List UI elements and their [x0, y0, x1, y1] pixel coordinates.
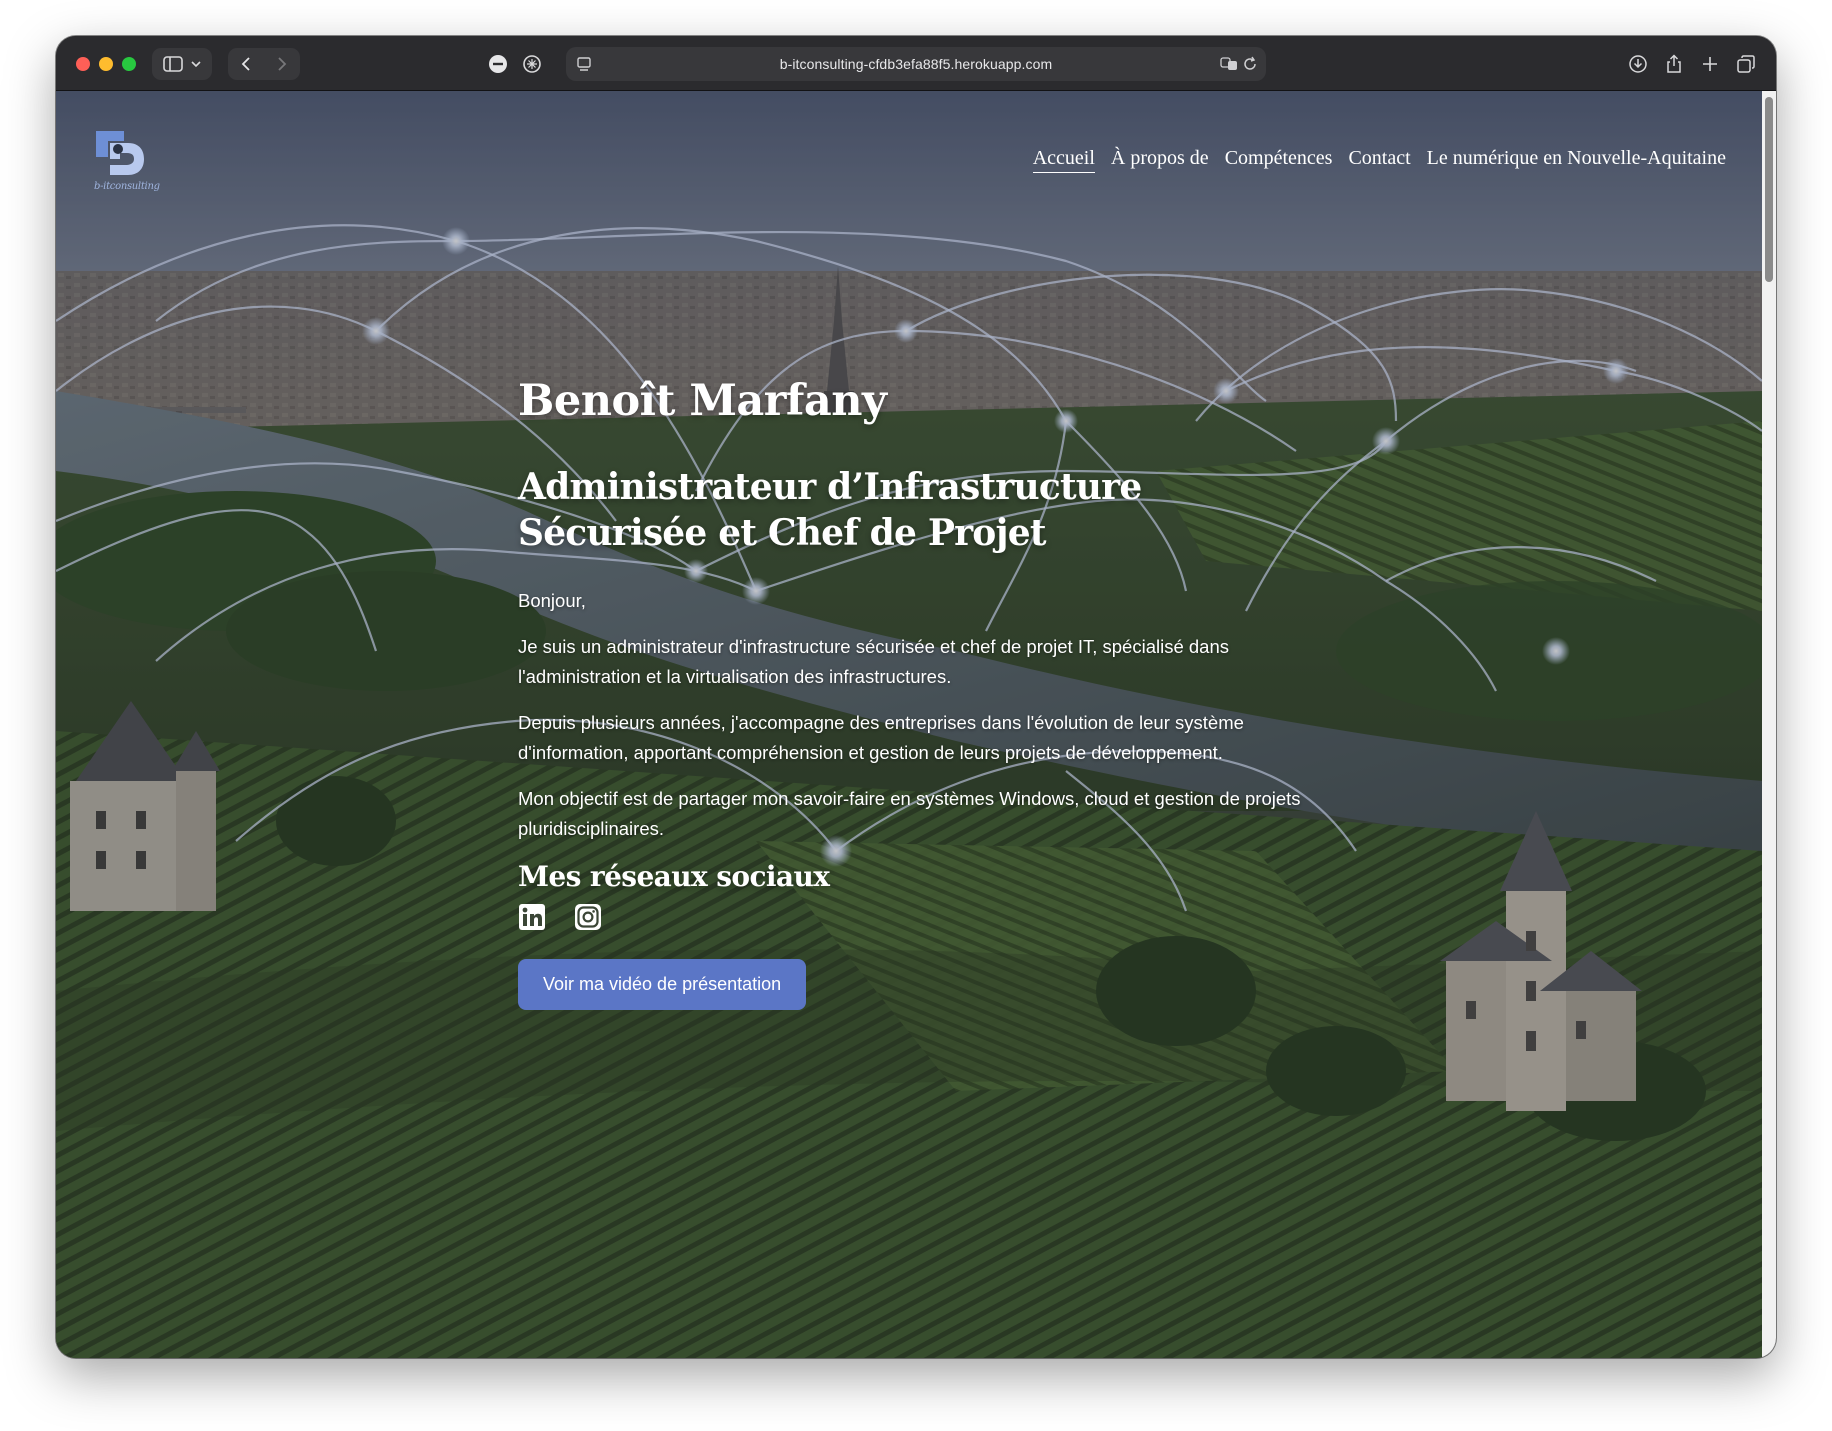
hero-paragraph-objective: Mon objectif est de partager mon savoir-…: [518, 788, 1301, 839]
close-window-button[interactable]: [76, 57, 90, 71]
back-button[interactable]: [228, 56, 264, 72]
nav-item-competences[interactable]: Compétences: [1225, 147, 1333, 173]
browser-toolbar: b-itconsulting-cfdb3efa88f5.herokuapp.co…: [56, 36, 1776, 91]
browser-window: b-itconsulting-cfdb3efa88f5.herokuapp.co…: [56, 36, 1776, 1358]
hero-paragraph-intro: Je suis un administrateur d'infrastructu…: [518, 636, 1229, 687]
hero-content: Benoît Marfany Administrateur d’Infrastr…: [518, 376, 1308, 1010]
zoom-window-button[interactable]: [122, 57, 136, 71]
privacy-report-icon[interactable]: [516, 48, 548, 80]
new-tab-icon[interactable]: [1694, 48, 1726, 80]
hero-name: Benoît Marfany: [518, 376, 887, 426]
forward-button[interactable]: [264, 56, 300, 72]
nav-item-a-propos[interactable]: À propos de: [1111, 147, 1209, 173]
hero-greeting: Bonjour,: [518, 590, 586, 611]
linkedin-icon[interactable]: [518, 903, 546, 931]
content-blocker-icon[interactable]: [482, 48, 514, 80]
nav-item-contact[interactable]: Contact: [1348, 147, 1410, 173]
share-icon[interactable]: [1658, 48, 1690, 80]
sidebar-icon: [163, 56, 183, 72]
address-bar[interactable]: b-itconsulting-cfdb3efa88f5.herokuapp.co…: [566, 47, 1266, 81]
nav-item-numerique-nouvelle-aquitaine[interactable]: Le numérique en Nouvelle-Aquitaine: [1427, 147, 1726, 173]
video-presentation-button[interactable]: Voir ma vidéo de présentation: [518, 959, 807, 1010]
nav-item-accueil[interactable]: Accueil: [1032, 147, 1095, 173]
hero-paragraph-experience: Depuis plusieurs années, j'accompagne de…: [518, 712, 1244, 763]
social-links: [518, 903, 1308, 931]
translate-icon[interactable]: [1220, 56, 1238, 72]
chevron-down-icon: [191, 60, 201, 68]
site-logo[interactable]: [90, 121, 152, 187]
page-scrollbar[interactable]: [1762, 91, 1776, 1358]
downloads-icon[interactable]: [1622, 48, 1654, 80]
hero-role: Administrateur d’Infrastructure Sécurisé…: [518, 466, 1142, 554]
logo-wordmark: b-itconsulting: [94, 181, 160, 192]
page-viewport: b-itconsulting Accueil À propos de Compé…: [56, 91, 1762, 1358]
social-section-title: Mes réseaux sociaux: [518, 860, 830, 893]
main-nav: Accueil À propos de Compétences Contact …: [1032, 147, 1726, 173]
scrollbar-thumb[interactable]: [1765, 97, 1773, 282]
minimize-window-button[interactable]: [99, 57, 113, 71]
url-text: b-itconsulting-cfdb3efa88f5.herokuapp.co…: [779, 56, 1053, 72]
instagram-icon[interactable]: [574, 903, 602, 931]
sidebar-toggle-button[interactable]: [152, 48, 212, 80]
reload-icon[interactable]: [1242, 56, 1258, 72]
tab-overview-icon[interactable]: [1730, 48, 1762, 80]
history-nav-group: [228, 48, 300, 80]
